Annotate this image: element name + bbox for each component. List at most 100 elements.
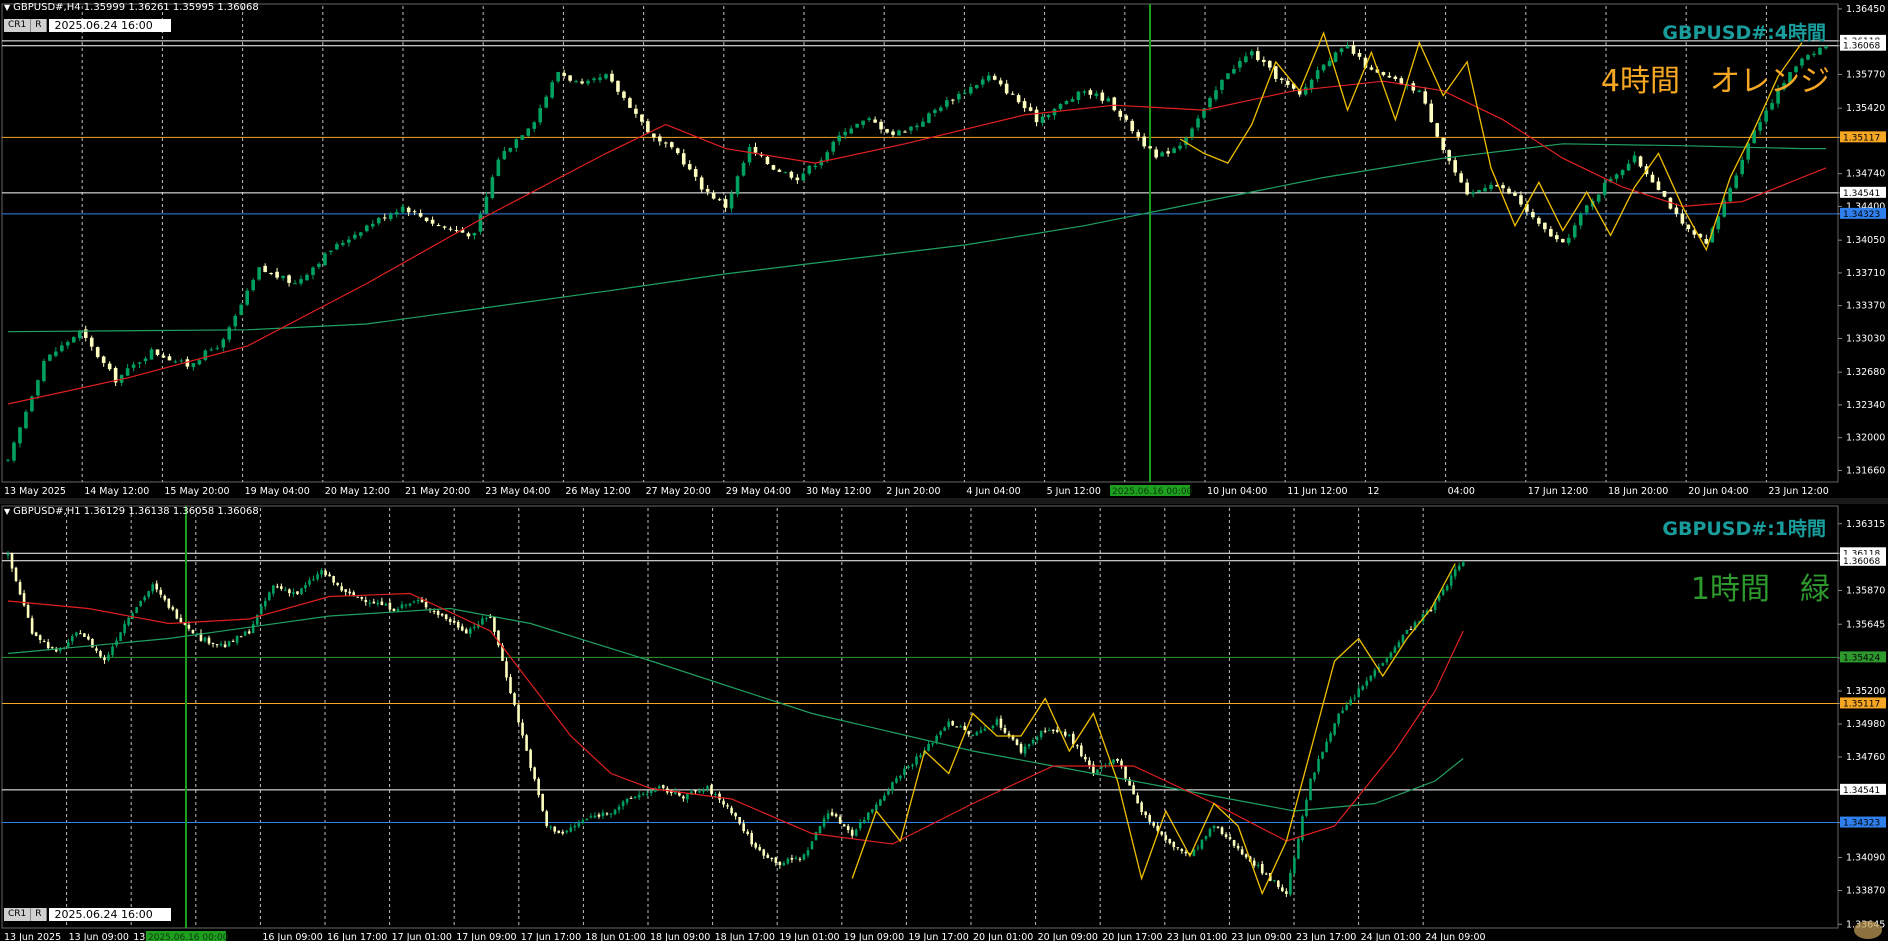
tag-cr1[interactable]: CR1 bbox=[4, 908, 32, 921]
candle-body bbox=[48, 354, 52, 361]
candle-body bbox=[1578, 213, 1583, 226]
candle-body bbox=[99, 651, 102, 657]
y-tick-label: 1.36450 bbox=[1846, 4, 1885, 15]
candle-body bbox=[452, 620, 456, 623]
candle-body bbox=[1208, 97, 1212, 108]
x-tick-label: 17 Jun 17:00 bbox=[521, 932, 581, 941]
candle-body bbox=[855, 123, 859, 128]
chart-h1-svg[interactable]: 13 Jun 202513 Jun 09:001301:0016 Jun 09:… bbox=[0, 504, 1888, 941]
chart-pane-h1[interactable]: 13 Jun 202513 Jun 09:001301:0016 Jun 09:… bbox=[0, 504, 1888, 941]
candle-body bbox=[1148, 815, 1151, 822]
tag-cr1[interactable]: CR1 bbox=[4, 19, 32, 32]
ma-slow-line bbox=[7, 143, 1826, 333]
y-tick-label: 1.33870 bbox=[1846, 886, 1885, 897]
candle-body bbox=[1070, 99, 1075, 102]
candle-body bbox=[1309, 778, 1312, 801]
candle-body bbox=[276, 586, 279, 588]
candle-body bbox=[1704, 238, 1709, 244]
candle-body bbox=[806, 850, 810, 856]
candle-body bbox=[151, 584, 155, 592]
candle-body bbox=[682, 796, 685, 799]
x-tick-label: 20 Jun 17:00 bbox=[1102, 932, 1162, 941]
candle-body bbox=[1228, 837, 1232, 839]
candle-body bbox=[1602, 182, 1607, 195]
candle-body bbox=[485, 617, 488, 619]
x-tick-label: 20 Jun 09:00 bbox=[1038, 932, 1098, 941]
candle-body bbox=[903, 131, 907, 133]
candle-body bbox=[143, 596, 146, 601]
candle-body bbox=[1393, 76, 1398, 79]
candle-body bbox=[1058, 104, 1063, 110]
candle-body bbox=[951, 99, 955, 101]
candle-body bbox=[382, 217, 387, 219]
candle-body bbox=[1566, 237, 1571, 243]
candle-body bbox=[219, 643, 223, 646]
candle-body bbox=[790, 857, 794, 860]
candle-body bbox=[1632, 155, 1637, 163]
candle-body bbox=[1445, 585, 1449, 591]
candle-body bbox=[741, 163, 746, 176]
tag-r[interactable]: R bbox=[31, 19, 47, 32]
candle-body bbox=[783, 171, 788, 173]
candle-body bbox=[909, 126, 913, 131]
candle-body bbox=[95, 347, 100, 358]
candle-body bbox=[1483, 188, 1487, 192]
collapse-triangle-icon[interactable]: ▼ bbox=[4, 3, 10, 12]
candle-body bbox=[1626, 163, 1631, 171]
candle-body bbox=[223, 644, 227, 648]
candle-body bbox=[305, 274, 309, 281]
candle-body bbox=[1019, 743, 1023, 753]
y-tick-label: 1.34740 bbox=[1846, 169, 1885, 180]
candle-body bbox=[1264, 873, 1268, 875]
candle-body bbox=[6, 459, 10, 461]
date-field-h4[interactable]: 2025.06.24 16:00 bbox=[48, 19, 171, 32]
candle-body bbox=[344, 589, 347, 592]
candle-body bbox=[995, 719, 999, 725]
candle-body bbox=[251, 624, 255, 634]
candle-body bbox=[36, 380, 40, 396]
candle-body bbox=[251, 279, 255, 291]
candle-body bbox=[991, 725, 995, 729]
candle-body bbox=[392, 608, 396, 611]
candle-body bbox=[629, 797, 633, 799]
candle-body bbox=[131, 364, 136, 368]
candle-body bbox=[239, 304, 244, 316]
candle-body bbox=[143, 358, 148, 362]
candle-body bbox=[263, 265, 267, 272]
candle-body bbox=[359, 232, 363, 236]
candle-body bbox=[935, 735, 938, 742]
candle-body bbox=[1108, 763, 1111, 765]
candle-body bbox=[1216, 826, 1220, 828]
candle-body bbox=[324, 570, 327, 576]
candle-body bbox=[388, 602, 392, 610]
candle-body bbox=[931, 743, 934, 745]
candle-body bbox=[975, 732, 979, 736]
tag-r[interactable]: R bbox=[31, 908, 47, 921]
collapse-triangle-icon[interactable]: ▼ bbox=[4, 507, 10, 516]
candle-body bbox=[1140, 802, 1143, 813]
candle-body bbox=[1441, 138, 1445, 150]
candle-body bbox=[541, 793, 544, 811]
candle-body bbox=[986, 75, 991, 81]
candle-body bbox=[1614, 174, 1619, 179]
candle-body bbox=[167, 598, 171, 608]
candle-body bbox=[1397, 642, 1401, 648]
candle-body bbox=[1027, 744, 1031, 747]
candle-body bbox=[412, 211, 417, 213]
x-tick-label: 29 May 04:00 bbox=[726, 486, 791, 497]
candle-body bbox=[1333, 52, 1338, 62]
price-box-label: 1.36068 bbox=[1843, 557, 1880, 567]
candle-body bbox=[329, 250, 333, 253]
marker-vline-label: 2025.06.16 00:00 bbox=[148, 933, 229, 941]
chart-pane-h4[interactable]: 13 May 2025 14 May 12:00 15 May 20:00 19 Ma… bbox=[0, 0, 1888, 498]
candle-body bbox=[1686, 224, 1691, 229]
candle-body bbox=[1168, 839, 1172, 844]
candle-body bbox=[520, 135, 525, 140]
candle-body bbox=[432, 611, 436, 613]
candle-body bbox=[1339, 48, 1344, 53]
candle-body bbox=[1313, 772, 1316, 780]
candle-body bbox=[1824, 46, 1828, 49]
candle-body bbox=[557, 830, 561, 833]
candle-body bbox=[1088, 760, 1091, 766]
date-field-h1[interactable]: 2025.06.24 16:00 bbox=[48, 908, 171, 921]
